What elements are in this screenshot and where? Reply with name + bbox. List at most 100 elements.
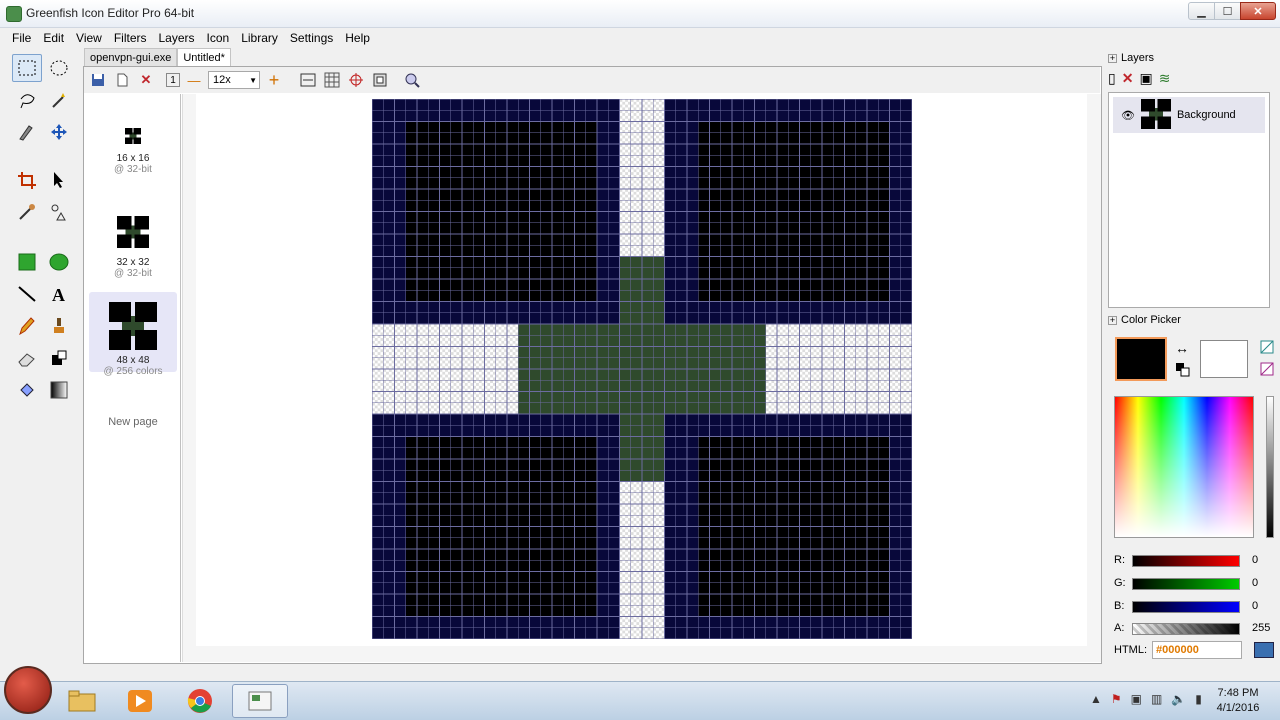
color-spectrum[interactable]: [1114, 396, 1254, 538]
menu-view[interactable]: View: [70, 31, 108, 45]
pointer-icon[interactable]: [44, 166, 74, 194]
fill-icon[interactable]: [44, 344, 74, 372]
device-icon[interactable]: ▣: [1131, 692, 1142, 706]
menu-filters[interactable]: Filters: [108, 31, 153, 45]
html-color-input[interactable]: #000000: [1152, 641, 1242, 659]
page-size: 16 x 16: [116, 153, 150, 164]
grid-icon[interactable]: [322, 70, 342, 90]
delete-page-icon[interactable]: ✕: [136, 70, 156, 90]
ellipse-select-icon[interactable]: [44, 54, 74, 82]
icon-canvas[interactable]: [372, 99, 912, 639]
menu-settings[interactable]: Settings: [284, 31, 339, 45]
delete-layer-icon[interactable]: ✕: [1122, 70, 1134, 87]
eraser-icon[interactable]: [12, 344, 42, 372]
start-button[interactable]: [4, 666, 52, 714]
page-32x32[interactable]: 32 x 32 @ 32-bit: [89, 212, 177, 282]
alpha-value[interactable]: 255: [1252, 622, 1278, 638]
rectangle-icon[interactable]: [12, 248, 42, 276]
page-size: 32 x 32: [116, 257, 150, 268]
page-indicator[interactable]: 1: [166, 73, 180, 87]
transparent-color-icon[interactable]: [1260, 340, 1274, 357]
blue-slider[interactable]: [1132, 601, 1240, 613]
canvas-horizontal-scrollbar[interactable]: [196, 646, 1101, 662]
close-button[interactable]: ✕: [1240, 2, 1276, 20]
layer-thumbnail: [1140, 98, 1171, 132]
media-player-taskbar-icon[interactable]: [112, 684, 168, 718]
chrome-taskbar-icon[interactable]: [172, 684, 228, 718]
flag-icon[interactable]: ⚑: [1111, 692, 1122, 706]
collapse-icon[interactable]: +: [1108, 315, 1117, 325]
canvas-vertical-scrollbar[interactable]: [1087, 94, 1101, 646]
color-replace-icon[interactable]: [44, 198, 74, 226]
menu-layers[interactable]: Layers: [153, 31, 201, 45]
save-icon[interactable]: [88, 70, 108, 90]
merge-layers-icon[interactable]: ≋: [1159, 70, 1171, 87]
menu-edit[interactable]: Edit: [37, 31, 70, 45]
reset-colors-icon[interactable]: [1176, 363, 1190, 380]
alpha-label: A:: [1114, 622, 1125, 634]
tab-untitled[interactable]: Untitled*: [177, 48, 231, 66]
layers-header: + Layers: [1108, 50, 1274, 66]
swap-colors-icon[interactable]: ↔: [1175, 340, 1189, 356]
new-page-button[interactable]: New page: [89, 416, 177, 428]
page-16x16[interactable]: 16 x 16 @ 32-bit: [89, 124, 177, 184]
red-slider[interactable]: [1132, 555, 1240, 567]
explorer-taskbar-icon[interactable]: [54, 684, 110, 718]
inverted-color-icon[interactable]: [1260, 362, 1274, 379]
magnifier-icon[interactable]: [402, 70, 422, 90]
collapse-icon[interactable]: +: [1108, 53, 1117, 63]
menu-library[interactable]: Library: [235, 31, 284, 45]
menu-bar: File Edit View Filters Layers Icon Libra…: [0, 28, 1280, 48]
crop-icon[interactable]: [12, 166, 42, 194]
pencil-icon[interactable]: [12, 312, 42, 340]
greenfish-taskbar-icon[interactable]: [232, 684, 288, 718]
blue-value[interactable]: 0: [1252, 600, 1274, 616]
zoom-select[interactable]: 12x ▼: [208, 71, 260, 89]
page-48x48[interactable]: 48 x 48 @ 256 colors: [89, 292, 177, 377]
layer-properties-icon[interactable]: ▣: [1139, 70, 1152, 87]
menu-icon[interactable]: Icon: [201, 31, 236, 45]
line-icon[interactable]: [12, 280, 42, 308]
bucket-icon[interactable]: [12, 376, 42, 404]
minimize-button[interactable]: ▁: [1188, 2, 1215, 20]
new-layer-icon[interactable]: ▯: [1108, 70, 1116, 87]
alpha-slider[interactable]: [1132, 623, 1240, 635]
tray-expand-icon[interactable]: ▲: [1090, 692, 1102, 706]
green-slider[interactable]: [1132, 578, 1240, 590]
page-depth: @ 256 colors: [103, 366, 163, 377]
eye-icon[interactable]: 👁: [1121, 109, 1135, 122]
green-label: G:: [1114, 577, 1126, 589]
ellipse-icon[interactable]: [44, 248, 74, 276]
palette-icon[interactable]: [1254, 642, 1274, 658]
menu-file[interactable]: File: [6, 31, 37, 45]
gradient-icon[interactable]: [44, 376, 74, 404]
red-value[interactable]: 0: [1252, 554, 1274, 570]
brush-icon[interactable]: [44, 312, 74, 340]
fit-width-icon[interactable]: [298, 70, 318, 90]
preview-icon[interactable]: [370, 70, 390, 90]
volume-icon[interactable]: 🔈: [1171, 692, 1186, 706]
new-page-icon[interactable]: [112, 70, 132, 90]
crosshair-icon[interactable]: [346, 70, 366, 90]
layer-item[interactable]: 👁 Background: [1113, 97, 1265, 133]
zoom-in-button[interactable]: +: [264, 70, 284, 90]
network-icon[interactable]: ▥: [1151, 692, 1162, 706]
menu-help[interactable]: Help: [339, 31, 376, 45]
battery-icon[interactable]: ▮: [1195, 692, 1202, 706]
primary-color-swatch[interactable]: [1115, 337, 1167, 381]
eyedropper-icon[interactable]: [12, 198, 42, 226]
page-list-scrollbar[interactable]: [182, 94, 196, 662]
pen-select-icon[interactable]: [12, 118, 42, 146]
lasso-icon[interactable]: [12, 86, 42, 114]
rect-select-icon[interactable]: [12, 54, 42, 82]
move-icon[interactable]: [44, 118, 74, 146]
secondary-color-swatch[interactable]: [1200, 340, 1248, 378]
green-value[interactable]: 0: [1252, 577, 1274, 593]
brightness-slider[interactable]: [1266, 396, 1274, 538]
magic-wand-icon[interactable]: [44, 86, 74, 114]
zoom-out-button[interactable]: —: [184, 70, 204, 90]
tab-openvpn-gui[interactable]: openvpn-gui.exe: [84, 48, 178, 66]
maximize-button[interactable]: ☐: [1214, 2, 1241, 20]
text-icon[interactable]: A: [44, 280, 74, 308]
taskbar-clock[interactable]: 7:48 PM 4/1/2016: [1208, 686, 1268, 716]
